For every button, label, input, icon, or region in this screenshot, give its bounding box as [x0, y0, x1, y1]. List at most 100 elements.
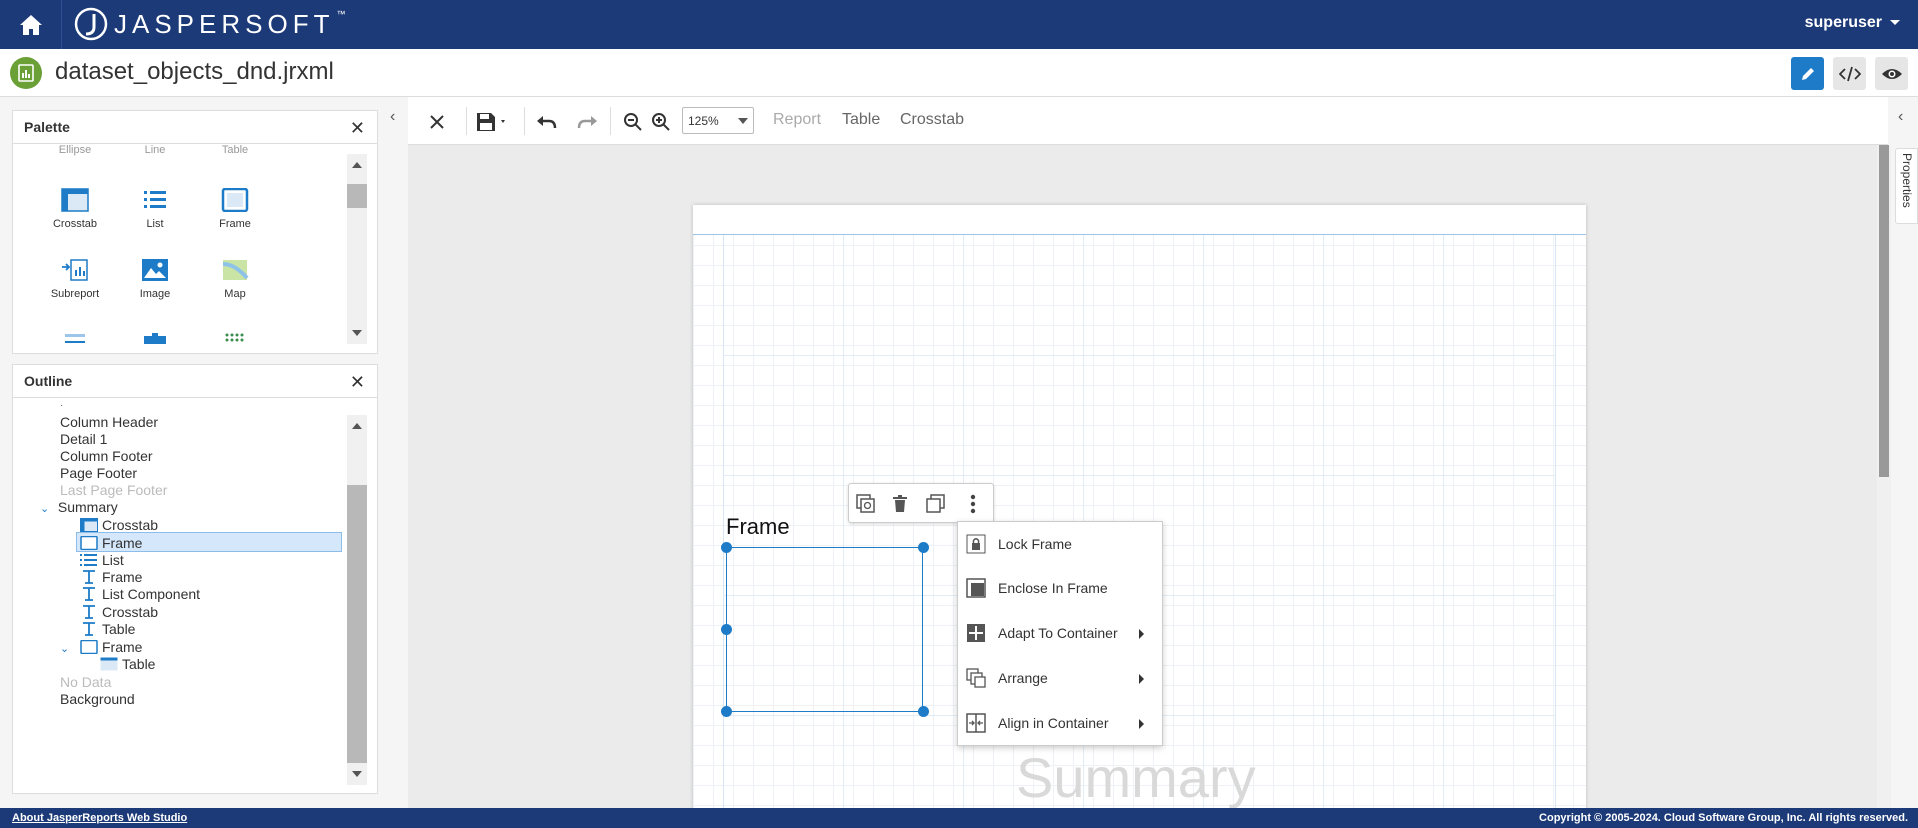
- menu-item-enclose-in-frame[interactable]: Enclose In Frame: [958, 566, 1164, 610]
- resize-handle-left[interactable]: [721, 624, 732, 635]
- eye-icon: [1881, 68, 1902, 79]
- margin-guide: [1555, 205, 1556, 808]
- palette-scrollbar[interactable]: [347, 154, 367, 344]
- text-field-icon: [83, 605, 95, 619]
- save-menu-button[interactable]: [472, 109, 512, 135]
- jaspersoft-logo[interactable]: JASPERSOFT ™: [74, 5, 349, 43]
- band-title[interactable]: [693, 205, 1586, 235]
- palette-close-icon[interactable]: ✕: [350, 118, 365, 139]
- submenu-arrow-icon: [1139, 719, 1144, 729]
- map-icon: [222, 260, 249, 280]
- redo-button[interactable]: [576, 109, 600, 135]
- file-title-bar: dataset_objects_dnd.jrxml: [0, 49, 1918, 97]
- copy-element-button[interactable]: [925, 493, 947, 515]
- add-element-button[interactable]: [855, 493, 877, 515]
- palette-item-label: Frame: [219, 218, 251, 230]
- more-options-button[interactable]: [962, 493, 984, 515]
- outline-scroll-thumb[interactable]: [347, 485, 367, 763]
- close-editor-button[interactable]: [426, 109, 448, 135]
- palette-item-label: Image: [139, 288, 171, 300]
- tree-row-text-table[interactable]: Table: [80, 619, 135, 639]
- add-copy-icon: [856, 494, 875, 513]
- home-button[interactable]: [0, 0, 62, 49]
- redo-icon: [577, 116, 597, 129]
- crosstab-icon: [61, 188, 89, 212]
- subreport-icon: [62, 259, 88, 281]
- about-link[interactable]: About JasperReports Web Studio: [12, 812, 187, 824]
- scroll-down-icon[interactable]: [352, 330, 362, 336]
- resize-handle-top-left[interactable]: [721, 542, 732, 553]
- tree-row-summary[interactable]: ⌄ Summary: [40, 497, 118, 517]
- canvas-vertical-scrollbar[interactable]: [1877, 145, 1891, 808]
- source-mode-button[interactable]: [1833, 57, 1866, 90]
- menu-item-lock-frame[interactable]: Lock Frame: [958, 522, 1164, 566]
- element-context-menu: Lock Frame Enclose In Frame Adapt To Con…: [957, 521, 1163, 746]
- menu-item-adapt-to-container[interactable]: Adapt To Container: [958, 611, 1164, 655]
- code-icon: [1838, 66, 1861, 81]
- tree-row-label: Crosstab: [102, 517, 159, 533]
- collapse-left-panel-icon[interactable]: ‹: [390, 108, 395, 126]
- text-field-icon: [83, 622, 95, 636]
- tab-crosstab[interactable]: Crosstab: [900, 111, 964, 129]
- zoom-in-button[interactable]: [650, 109, 672, 135]
- palette-item-image[interactable]: Image: [115, 258, 195, 300]
- user-menu[interactable]: superuser: [1805, 14, 1900, 32]
- report-file-icon: [10, 57, 42, 89]
- delete-element-button[interactable]: [889, 493, 911, 515]
- palette-scroll-thumb[interactable]: [347, 184, 367, 208]
- tree-row-table[interactable]: Table: [100, 654, 155, 674]
- scroll-up-icon[interactable]: [352, 423, 362, 429]
- trash-icon: [893, 495, 907, 512]
- zoom-level-select[interactable]: 125%: [682, 107, 754, 134]
- selected-frame-element[interactable]: [726, 547, 923, 712]
- menu-item-align-in-container[interactable]: Align in Container: [958, 701, 1164, 745]
- chevron-down-icon[interactable]: ⌄: [40, 499, 54, 519]
- preview-mode-button[interactable]: [1875, 57, 1908, 90]
- zoom-out-button[interactable]: [622, 109, 644, 135]
- palette-item-partial[interactable]: [35, 328, 115, 354]
- palette-item-ellipse[interactable]: Ellipse: [35, 144, 115, 156]
- tree-row-text-list-component[interactable]: List Component: [80, 584, 200, 604]
- outline-close-icon[interactable]: ✕: [350, 372, 365, 393]
- logo-trademark: ™: [336, 9, 346, 19]
- palette-item-map[interactable]: Map: [195, 258, 275, 300]
- palette-item-partial[interactable]: [115, 328, 195, 354]
- palette-item-line[interactable]: Line: [115, 144, 195, 156]
- resize-handle-top-right[interactable]: [918, 542, 929, 553]
- palette-item-partial[interactable]: [195, 328, 275, 354]
- canvas-scroll-thumb[interactable]: [1879, 145, 1889, 477]
- menu-item-label: Arrange: [998, 670, 1048, 686]
- palette-item-list[interactable]: List: [115, 188, 195, 230]
- text-field-icon: [83, 587, 95, 601]
- footer-bar: About JasperReports Web Studio Copyright…: [0, 808, 1918, 828]
- expand-right-panel-icon[interactable]: ‹: [1898, 108, 1903, 126]
- tree-row-frame-selected[interactable]: Frame: [76, 532, 342, 552]
- resize-handle-bottom-left[interactable]: [721, 706, 732, 717]
- chevron-down-icon[interactable]: ⌄: [60, 639, 80, 659]
- palette-item-frame[interactable]: Frame: [195, 188, 275, 230]
- tree-row-label: List Component: [102, 586, 201, 602]
- design-canvas[interactable]: Frame Summary Lock Frame Enclose In Fram…: [408, 145, 1878, 808]
- menu-item-arrange[interactable]: Arrange: [958, 656, 1164, 700]
- save-icon: [477, 113, 505, 131]
- outline-scrollbar[interactable]: [347, 415, 367, 785]
- tree-row-label: Frame: [102, 569, 143, 585]
- tree-row-background[interactable]: Background: [60, 689, 135, 709]
- undo-button[interactable]: [534, 109, 558, 135]
- resize-handle-bottom-right[interactable]: [918, 706, 929, 717]
- scroll-up-icon[interactable]: [352, 162, 362, 168]
- scroll-down-icon[interactable]: [352, 771, 362, 777]
- outline-header: Outline ✕: [13, 365, 377, 398]
- palette-item-subreport[interactable]: Subreport: [35, 258, 115, 300]
- zoom-out-icon: [624, 113, 642, 131]
- palette-item-crosstab[interactable]: Crosstab: [35, 188, 115, 230]
- palette-item-table[interactable]: Table: [195, 144, 275, 156]
- image-icon: [142, 259, 168, 281]
- toolbar-separator: [466, 107, 467, 135]
- component-icon: [144, 333, 166, 344]
- design-mode-button[interactable]: [1791, 57, 1824, 90]
- tab-report[interactable]: Report: [773, 111, 821, 129]
- tab-table[interactable]: Table: [842, 111, 880, 129]
- properties-tab[interactable]: Properties: [1895, 148, 1918, 224]
- toolbar-separator: [524, 107, 525, 135]
